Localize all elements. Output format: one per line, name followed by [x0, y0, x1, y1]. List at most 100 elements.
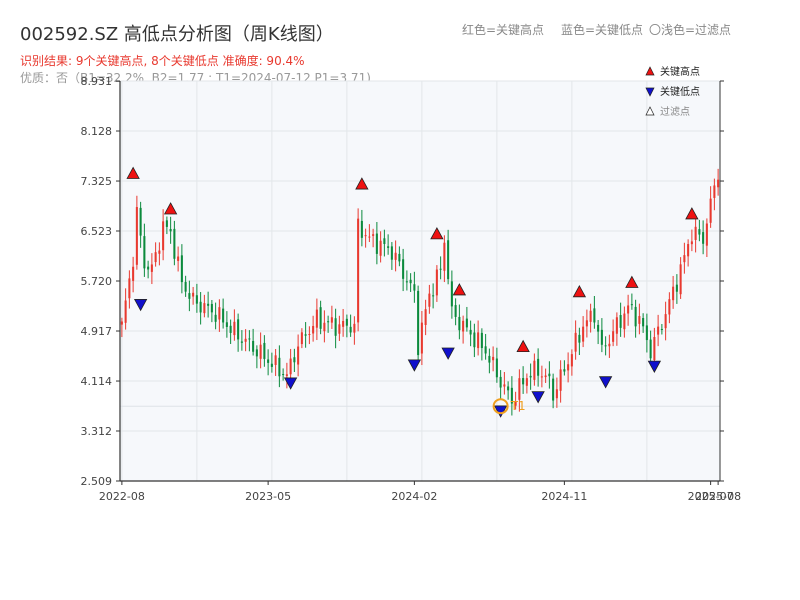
candle-body: [240, 341, 243, 343]
candle-body: [683, 255, 686, 263]
candle-body: [679, 264, 682, 295]
candle-body: [600, 329, 603, 345]
candle-body: [315, 309, 318, 328]
candle-body: [233, 321, 236, 336]
candle-body: [608, 343, 611, 347]
candle-body: [169, 228, 172, 232]
candle-body: [465, 318, 468, 328]
candle-body: [687, 244, 690, 257]
candle-body: [372, 234, 375, 236]
candle-body: [612, 331, 615, 342]
candle-body: [383, 238, 386, 244]
candle-body: [162, 221, 165, 251]
candle-body: [488, 355, 491, 363]
candle-body: [443, 242, 446, 271]
candle-body: [428, 293, 431, 307]
candle-body: [357, 218, 360, 323]
candle-body: [552, 378, 555, 401]
candle-body: [645, 325, 648, 341]
candle-body: [559, 369, 562, 391]
candle-body: [405, 281, 408, 283]
candle-body: [469, 329, 472, 335]
legend-marker-high: [645, 66, 655, 76]
candle-body: [675, 284, 678, 292]
candle-body: [503, 384, 506, 387]
candle-body: [533, 360, 536, 380]
candle-body: [649, 339, 652, 359]
candle-body: [694, 226, 697, 240]
candle-body: [713, 185, 716, 198]
candle-body: [248, 338, 251, 340]
candle-body: [589, 310, 592, 322]
candle-body: [492, 356, 495, 361]
candle-body: [252, 340, 255, 352]
candle-body: [192, 292, 195, 297]
candle-body: [717, 179, 720, 188]
candle-body: [225, 322, 228, 327]
candle-body: [214, 314, 217, 322]
y-tick-label: 7.325: [81, 175, 113, 188]
candle-body: [319, 307, 322, 329]
candle-body: [537, 358, 540, 376]
candle-body: [278, 357, 281, 377]
candle-body: [402, 259, 405, 279]
candle-body: [120, 321, 123, 325]
candle-body: [207, 303, 210, 306]
candle-body: [398, 253, 401, 262]
candle-body: [289, 358, 292, 375]
candle-body: [563, 369, 566, 372]
candle-body: [360, 220, 363, 238]
candle-body: [702, 232, 705, 244]
candle-body: [499, 376, 502, 388]
candle-body: [619, 315, 622, 328]
candle-body: [518, 378, 521, 400]
y-tick-label: 2.509: [81, 475, 113, 488]
candle-body: [285, 374, 288, 376]
candle-body: [259, 344, 262, 359]
candle-body: [458, 316, 461, 331]
candle-body: [574, 332, 577, 352]
candle-body: [154, 252, 157, 263]
x-tick-label: 2023-05: [245, 490, 291, 503]
candle-body: [330, 317, 333, 323]
candle-body: [323, 322, 326, 332]
candle-body: [462, 320, 465, 332]
candle-body: [135, 207, 138, 265]
candle-body: [672, 286, 675, 301]
candle-body: [525, 378, 528, 386]
candle-body: [420, 322, 423, 354]
candle-body: [480, 332, 483, 349]
candle-body: [184, 281, 187, 292]
candle-body: [173, 228, 176, 259]
candle-body: [165, 220, 168, 227]
candle-body: [293, 357, 296, 363]
candle-body: [585, 320, 588, 327]
candle-body: [698, 229, 701, 235]
candle-body: [297, 346, 300, 365]
candle-body: [177, 256, 180, 261]
t1-label: T1: [510, 399, 526, 413]
candle-body: [604, 345, 607, 347]
candle-body: [522, 378, 525, 385]
legend-label: 过滤点: [660, 105, 690, 118]
candle-body: [229, 325, 232, 333]
candle-body: [158, 250, 161, 254]
candle-body: [484, 346, 487, 354]
candle-body: [544, 375, 547, 378]
candle-body: [409, 279, 412, 284]
candle-body: [660, 328, 663, 330]
candle-body: [349, 326, 352, 333]
candle-body: [578, 334, 581, 343]
candle-body: [188, 293, 191, 299]
candle-body: [668, 299, 671, 315]
candle-body: [274, 355, 277, 365]
candle-body: [143, 236, 146, 269]
candle-body: [128, 278, 131, 299]
y-tick-label: 5.720: [81, 275, 113, 288]
x-tick-label: 2025-08: [695, 490, 741, 503]
candle-body: [203, 303, 206, 314]
candle-body: [390, 246, 393, 260]
candle-body: [507, 386, 510, 391]
y-tick-label: 4.917: [81, 325, 113, 338]
candlestick-chart: T1 2.509 3.312 4.114 4.917 5.720 6.523 7.325 8.…: [81, 65, 742, 503]
